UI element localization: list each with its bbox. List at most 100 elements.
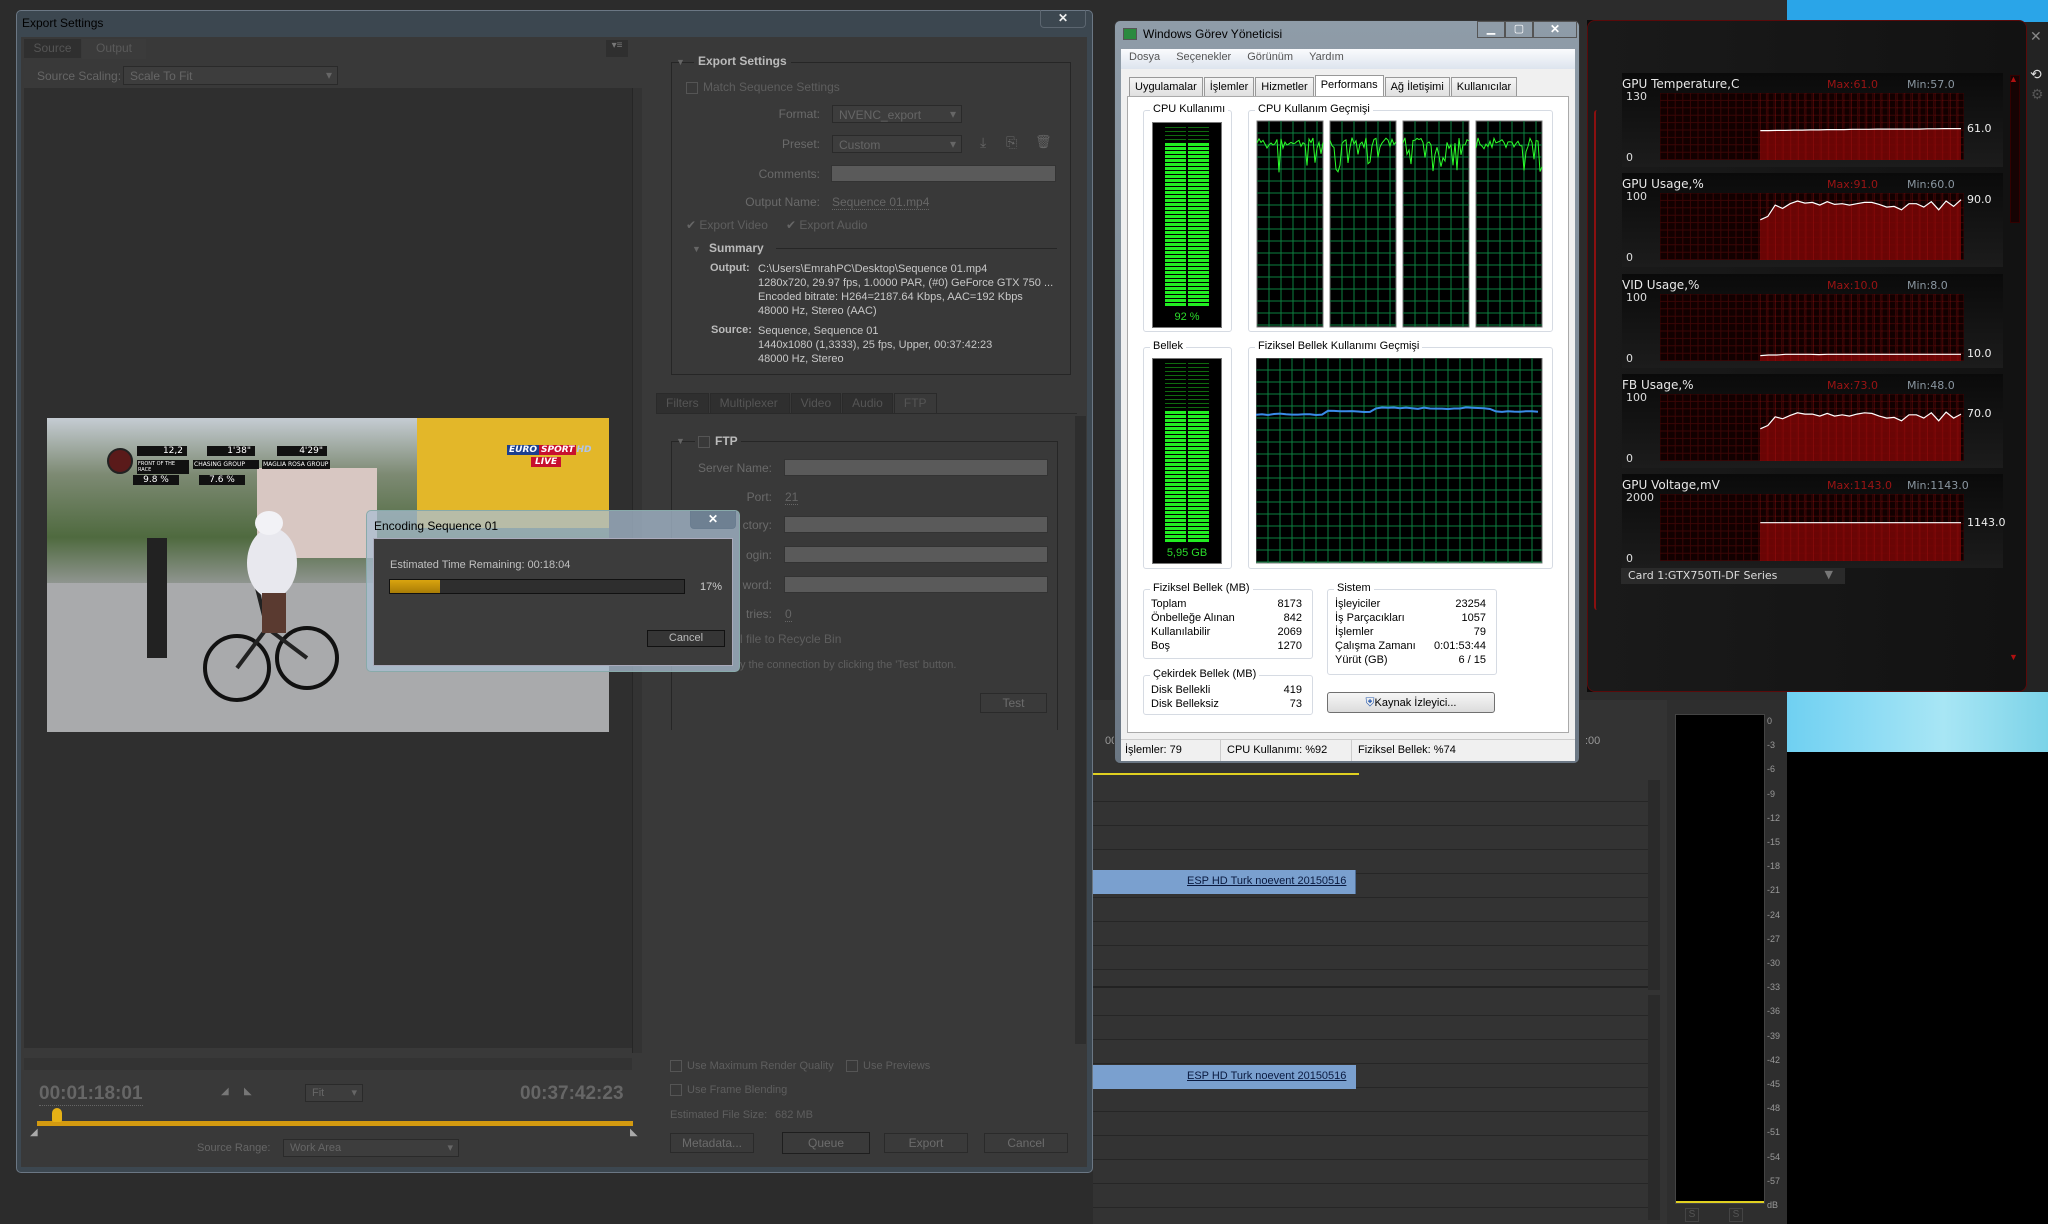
progress-fill (390, 580, 440, 593)
menu-1[interactable]: Seçenekler (1176, 51, 1231, 67)
gpu-chart-current: 1143.0 (1967, 515, 2006, 529)
tab-source[interactable]: Source (24, 39, 81, 58)
tab-output[interactable]: Output (82, 39, 146, 59)
maximize-button[interactable]: ▢ (1505, 21, 1533, 38)
resource-monitor-button[interactable]: ⛨Kaynak İzleyici... (1327, 692, 1495, 713)
playhead-handle[interactable] (52, 1108, 63, 1122)
encoding-progress-bar (389, 579, 685, 594)
test-button[interactable]: Test (980, 693, 1047, 713)
encoding-cancel-button[interactable]: Cancel (647, 630, 725, 647)
tab-4[interactable]: Ağ İletişimi (1384, 77, 1450, 96)
preview-scrollbar-h[interactable] (24, 1058, 632, 1070)
meter-segment (1165, 435, 1186, 438)
settings-gear-icon[interactable]: ⚙ (2031, 86, 2044, 103)
password-input[interactable] (784, 576, 1048, 593)
meter-segment (1165, 147, 1186, 150)
tab-2[interactable]: Hizmetler (1255, 77, 1314, 96)
scroll-up-icon[interactable]: ▲ (2009, 74, 2018, 84)
timeline-scrollbar[interactable] (1648, 780, 1660, 990)
link-icon[interactable]: ⟲ (2030, 66, 2042, 83)
timeline-scrollbar[interactable] (1648, 995, 1660, 1220)
retries-value[interactable]: 0 (785, 607, 792, 622)
gpu-chart-current: 61.0 (1967, 121, 1992, 135)
gpu-chart-current: 70.0 (1967, 406, 1992, 420)
tab-3[interactable]: Performans (1314, 75, 1384, 97)
queue-button[interactable]: Queue (782, 1132, 870, 1154)
use-max-render-checkbox[interactable]: Use Maximum Render Quality (670, 1060, 834, 1073)
meter-segment (1165, 219, 1186, 222)
meter-segment (1165, 503, 1186, 506)
set-in-point-button[interactable]: ◢ (221, 1086, 229, 1097)
meter-segment (1165, 535, 1186, 538)
solo-button[interactable]: S (1729, 1208, 1743, 1222)
server-name-label: Server Name: (697, 461, 772, 475)
cancel-button[interactable]: Cancel (984, 1133, 1068, 1153)
zoom-dropdown[interactable]: Fit (305, 1084, 363, 1102)
use-previews-checkbox[interactable]: Use Previews (846, 1060, 930, 1073)
save-preset-icon[interactable]: ⤓ (980, 134, 986, 151)
menu-0[interactable]: Dosya (1129, 51, 1160, 67)
metadata-button[interactable]: Metadata... (670, 1133, 754, 1153)
card-selector[interactable]: Card 1:GTX750TI-DF Series ▼ (1621, 568, 1845, 584)
timeline-clip[interactable]: ESP HD Turk noevent 20150516 (1093, 1065, 1356, 1089)
export-audio-checkbox[interactable]: ✔ Export Audio (786, 218, 867, 232)
tab-video[interactable]: Video (790, 393, 842, 413)
meter-segment (1165, 411, 1186, 414)
meter-segment (1188, 371, 1209, 372)
memory-meter: 5,95 GB (1152, 358, 1222, 564)
in-point-handle[interactable]: ◢ (30, 1127, 38, 1138)
menu-2[interactable]: Görünüm (1247, 51, 1293, 67)
timeline-clip[interactable]: ESP HD Turk noevent 20150516 (1093, 870, 1356, 894)
gpu-scrollbar[interactable] (2010, 75, 2020, 223)
current-timecode[interactable]: 00:01:18:01 (39, 1083, 143, 1106)
tab-ftp[interactable]: FTP (893, 393, 937, 413)
format-dropdown[interactable]: NVENC_export (832, 105, 962, 123)
tab-audio[interactable]: Audio (842, 393, 893, 413)
delete-preset-icon[interactable]: 🗑 (1035, 134, 1052, 150)
tab-multiplexer[interactable]: Multiplexer (709, 393, 790, 413)
set-out-point-button[interactable]: ◣ (244, 1086, 252, 1097)
comments-input[interactable] (831, 165, 1056, 182)
menu-3[interactable]: Yardım (1309, 51, 1344, 67)
task-manager-tabs: Uygulamalar İşlemler Hizmetler Performans Ağ… (1129, 75, 1518, 97)
tab-0[interactable]: Uygulamalar (1129, 77, 1203, 96)
minimize-button[interactable]: ▁ (1477, 21, 1505, 38)
tab-filters[interactable]: Filters (656, 393, 709, 413)
close-button[interactable]: ✕ (1040, 10, 1086, 28)
dialog-close-button[interactable]: ✕ (690, 511, 736, 529)
meter-segment (1165, 275, 1186, 278)
export-button[interactable]: Export (884, 1133, 968, 1153)
login-input[interactable] (784, 546, 1048, 563)
summary-collapse-icon[interactable]: ▼ (692, 244, 701, 254)
port-value[interactable]: 21 (785, 490, 799, 505)
preset-dropdown[interactable]: Custom (832, 135, 962, 153)
output-name-link[interactable]: Sequence 01.mp4 (832, 195, 930, 210)
ftp-scrollbar[interactable] (1075, 416, 1086, 1044)
panel-menu-icon[interactable]: ▾≡ (606, 40, 628, 57)
match-sequence-checkbox[interactable]: Match Sequence Settings (686, 80, 840, 94)
meter-segment (1188, 379, 1209, 380)
import-preset-icon[interactable]: ⎘ (1006, 134, 1017, 151)
system-group: Sistem İşleyiciler 23254 İş Parçacıkları 105… (1327, 582, 1497, 675)
out-point-handle[interactable]: ◣ (630, 1127, 638, 1138)
meter-segment (1165, 211, 1186, 214)
source-range-bar[interactable] (37, 1121, 633, 1126)
meter-segment (1165, 363, 1186, 364)
scroll-down-icon[interactable]: ▼ (2009, 652, 2018, 662)
directory-input[interactable] (784, 516, 1048, 533)
close-button[interactable]: ✕ (1533, 21, 1577, 38)
source-scaling-dropdown[interactable]: Scale To Fit (123, 66, 338, 85)
gpu-close-icon[interactable]: ✕ (2030, 28, 2042, 45)
meter-scale: 0 -3 -6 -9 -12 -15 -18 -21 -24 -27 -30 -33 -36 -39 -42… (1767, 716, 1787, 1210)
ftp-checkbox[interactable]: FTP (695, 434, 741, 448)
collapse-icon[interactable]: ▼ (676, 57, 685, 67)
tab-5[interactable]: Kullanıcılar (1450, 77, 1518, 96)
tab-1[interactable]: İşlemler (1203, 77, 1255, 96)
work-area-bar[interactable] (1093, 773, 1359, 775)
server-name-input[interactable] (784, 459, 1048, 476)
use-frame-blending-checkbox[interactable]: Use Frame Blending (670, 1084, 787, 1097)
solo-button[interactable]: S (1685, 1208, 1699, 1222)
source-range-dropdown[interactable]: Work Area (283, 1139, 459, 1157)
export-video-checkbox[interactable]: ✔ Export Video (686, 218, 768, 232)
ftp-collapse-icon[interactable]: ▼ (676, 436, 685, 446)
